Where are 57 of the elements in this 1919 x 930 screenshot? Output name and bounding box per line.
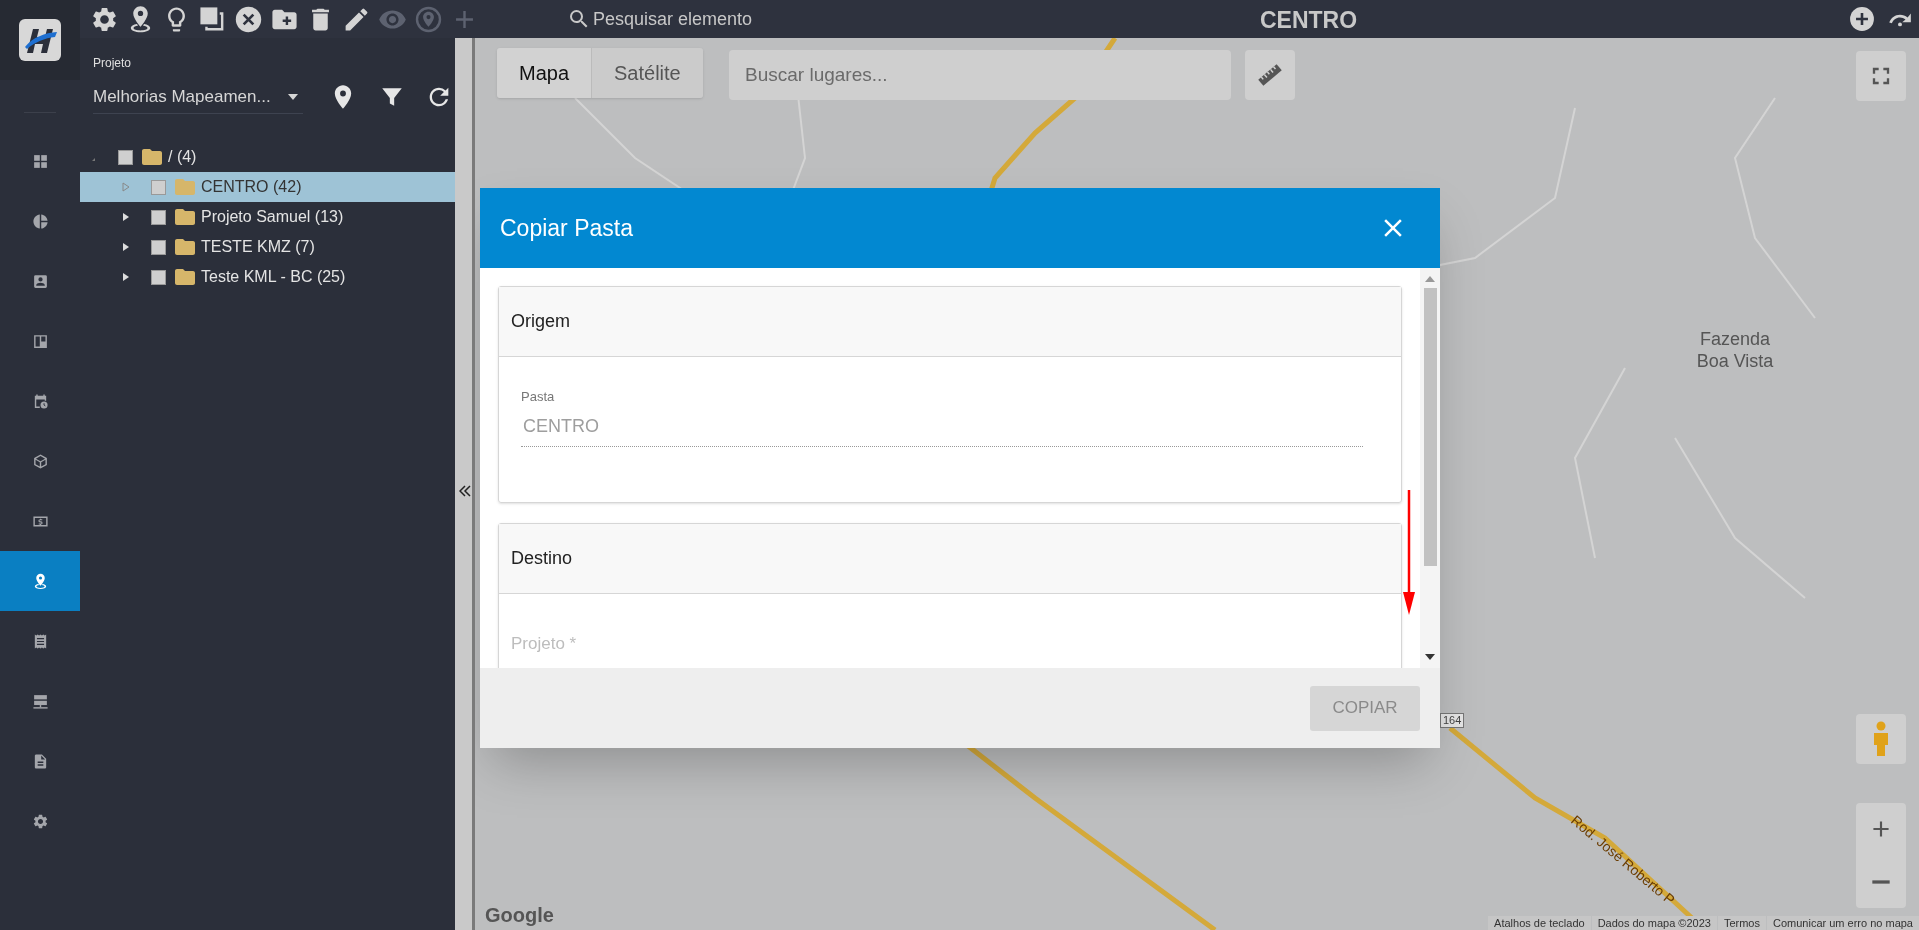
scrollbar[interactable] (1420, 268, 1440, 668)
tree-label: Teste KML - BC (25) (201, 267, 346, 287)
search-field[interactable]: Pesquisar elemento (593, 5, 813, 33)
tree-row[interactable]: Teste KML - BC (25) (80, 262, 455, 292)
tree-label: Projeto Samuel (13) (201, 207, 344, 227)
folder-field: CENTRO (521, 412, 1363, 447)
section-title: Destino (511, 547, 573, 570)
folder-icon (173, 236, 197, 258)
logo-icon (19, 19, 61, 61)
box-icon (31, 452, 49, 470)
search-field[interactable]: Buscar lugares... (729, 50, 1231, 100)
checkbox[interactable] (151, 179, 166, 195)
map-footer-link[interactable]: Dados do mapa ©2023 (1591, 916, 1717, 930)
dropdown-caret-icon[interactable] (287, 92, 299, 101)
tree-row[interactable]: Projeto Samuel (13) (80, 202, 455, 232)
folder-icon (173, 176, 197, 198)
checkbox[interactable] (151, 209, 166, 225)
board-icon (31, 332, 49, 350)
ruler-button[interactable] (1245, 50, 1295, 100)
server-icon (31, 692, 49, 710)
tree-row[interactable]: TESTE KMZ (7) (80, 232, 455, 262)
tree-row[interactable]: CENTRO (42) (80, 172, 455, 202)
map-type-tab[interactable]: Mapa (497, 48, 593, 98)
folder-icon (140, 146, 164, 168)
person-icon (1871, 721, 1891, 757)
cancel-icon[interactable] (234, 4, 263, 34)
map-type-tab[interactable]: Satélite (592, 48, 703, 98)
project-select[interactable]: Melhorias Mapeamen... (93, 80, 303, 114)
collapse-icon[interactable] (459, 485, 471, 497)
map-logo: Google (485, 903, 554, 928)
checkbox[interactable] (151, 239, 166, 255)
pie-chart-icon (31, 212, 49, 230)
folder-icon (173, 206, 197, 228)
tree-label: / (4) (168, 147, 197, 167)
tree-label: TESTE KMZ (7) (201, 237, 315, 257)
checkbox[interactable] (118, 149, 133, 165)
page-title: CENTRO (1260, 6, 1358, 35)
section-title: Origem (511, 310, 570, 333)
map-footer-link[interactable]: Termos (1717, 916, 1766, 930)
add-icon[interactable] (1849, 6, 1875, 32)
field-label: Pasta (521, 388, 555, 406)
dialog-title: Copiar Pasta (500, 213, 633, 243)
map-footer-link[interactable]: Atalhos de teclado (1488, 916, 1591, 930)
field-label: Projeto (93, 55, 132, 72)
fullscreen-button[interactable] (1856, 51, 1906, 101)
folder-icon (173, 266, 197, 288)
place-label: Fazenda Boa Vista (1695, 328, 1775, 372)
map-footer-link[interactable]: Comunicar um erro no mapa (1767, 916, 1919, 930)
checkbox[interactable] (151, 269, 166, 285)
grid-icon (31, 152, 49, 170)
scroll-up-icon[interactable] (1425, 276, 1435, 282)
road-number: 164 (1440, 713, 1465, 728)
scroll-down-icon[interactable] (1425, 654, 1435, 660)
gear-icon (31, 812, 49, 830)
tree-row[interactable]: / (4) (80, 142, 455, 172)
tree-label: CENTRO (42) (201, 177, 302, 197)
contact-card-icon (31, 272, 49, 290)
